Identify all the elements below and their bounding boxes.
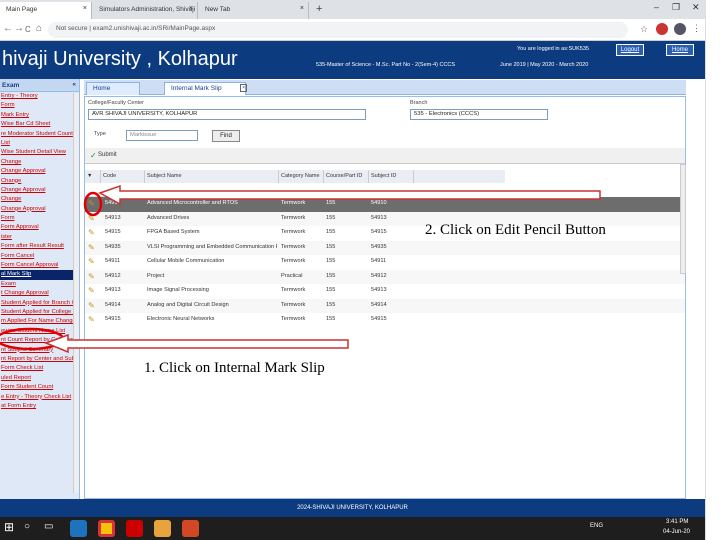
right-margin (705, 0, 720, 540)
page-footer: 2024-SHIVAJI UNIVERSITY, KOLHAPUR (0, 499, 705, 517)
language-indicator[interactable]: ENG (590, 523, 603, 529)
step2-arrow (98, 184, 601, 206)
step2-annotation: 2. Click on Edit Pencil Button (425, 222, 606, 238)
app-icon[interactable] (126, 520, 143, 537)
ie-icon[interactable] (70, 520, 87, 537)
clock-time[interactable]: 3:41 PM (666, 519, 688, 525)
task-view-icon[interactable]: ▭ (44, 521, 53, 532)
windows-start-icon[interactable]: ⊞ (4, 520, 14, 534)
step1-annotation: 1. Click on Internal Mark Slip (144, 360, 325, 376)
step1-arrow (43, 333, 349, 354)
search-icon[interactable]: ○ (24, 521, 30, 532)
folder-icon[interactable] (154, 520, 171, 537)
pencil-highlight-circle (83, 191, 103, 217)
chrome-icon[interactable] (98, 520, 115, 537)
annotation-overlay (0, 184, 601, 354)
powerpoint-icon[interactable] (182, 520, 199, 537)
clock-date[interactable]: 04-Jun-20 (663, 529, 690, 535)
